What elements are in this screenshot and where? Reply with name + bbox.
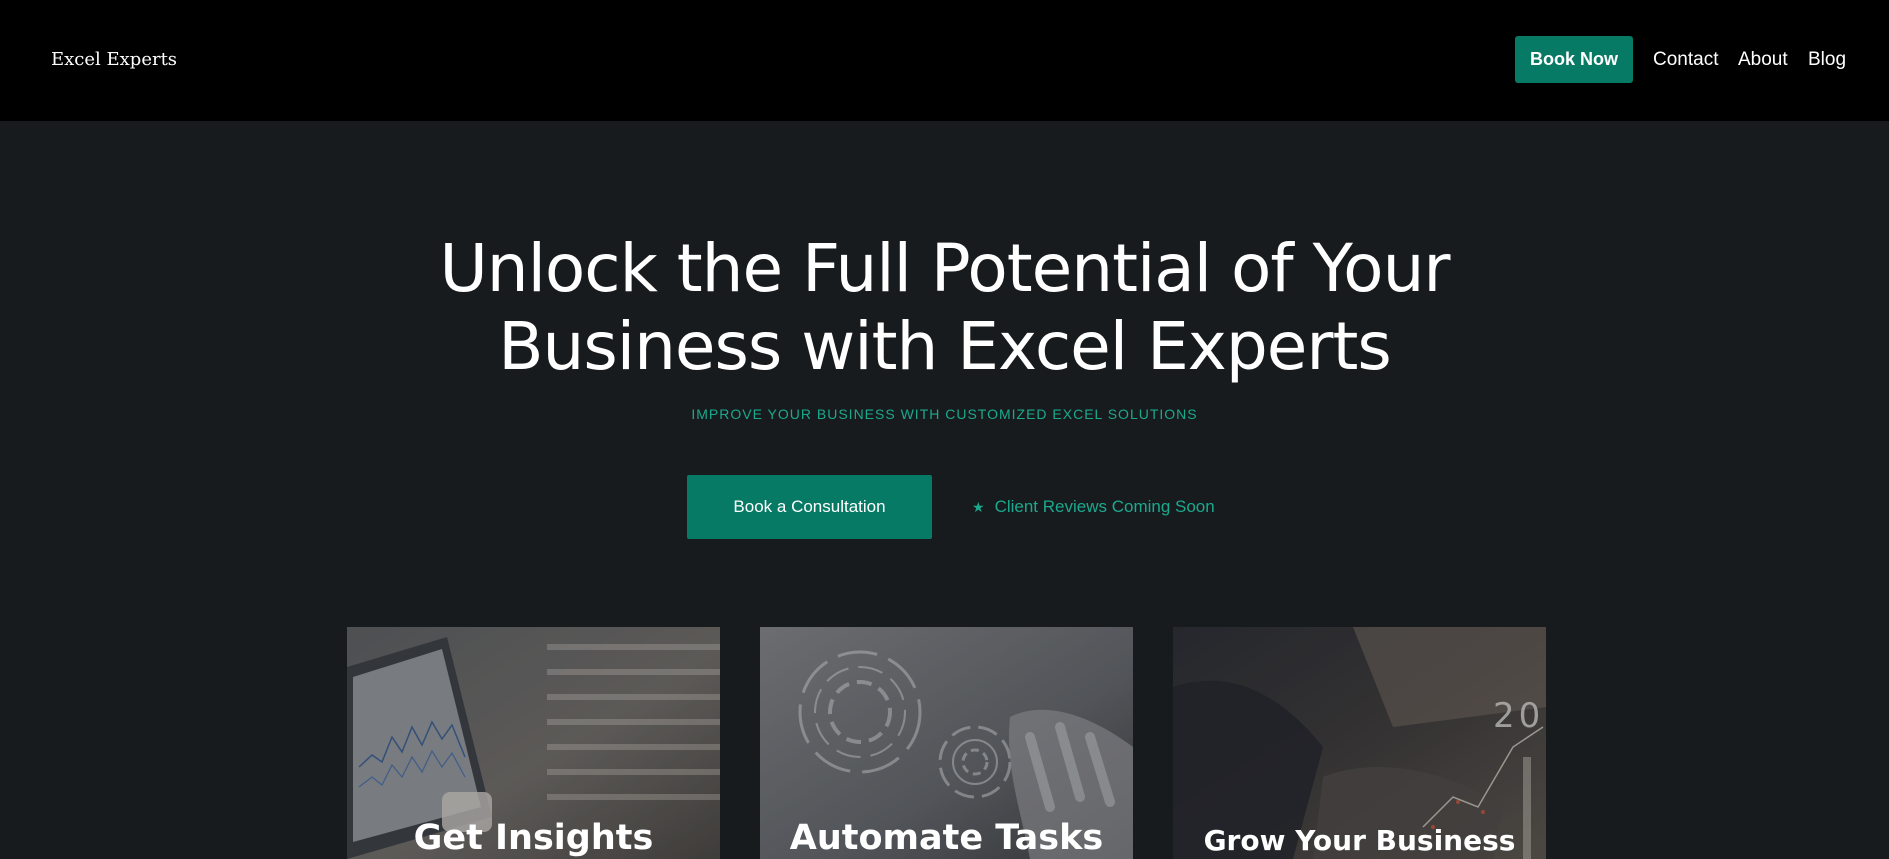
hero-subtitle: IMPROVE YOUR BUSINESS WITH CUSTOMIZED EX… — [691, 406, 1198, 422]
card-automate-tasks[interactable]: Automate Tasks — [760, 627, 1133, 859]
client-reviews-text: Client Reviews Coming Soon — [994, 497, 1215, 516]
hero-title-line-1: Unlock the Full Potential of Your — [439, 230, 1450, 307]
card-title: Automate Tasks — [789, 818, 1104, 858]
book-now-button[interactable]: Book Now — [1515, 36, 1633, 83]
card-title: Grow Your Business — [1203, 824, 1516, 857]
hero-title-line-2: Business with Excel Experts — [498, 308, 1392, 385]
card-grow-business[interactable]: 202 Grow Your Business — [1173, 627, 1546, 859]
card-title: Get Insights — [413, 818, 654, 858]
nav-link-blog[interactable]: Blog — [1808, 48, 1846, 72]
card-get-insights[interactable]: Get Insights — [347, 627, 720, 859]
site-logo[interactable]: Excel Experts — [51, 48, 177, 72]
book-consultation-button[interactable]: Book a Consultation — [687, 475, 932, 539]
hero-title: Unlock the Full Potential of Your Busine… — [0, 230, 1889, 386]
client-reviews-note: ★ Client Reviews Coming Soon — [972, 496, 1215, 518]
nav-link-contact[interactable]: Contact — [1653, 48, 1718, 72]
site-header: Excel Experts Book Now Contact About Blo… — [0, 0, 1889, 121]
star-icon: ★ — [972, 499, 985, 515]
nav-link-about[interactable]: About — [1738, 48, 1788, 72]
